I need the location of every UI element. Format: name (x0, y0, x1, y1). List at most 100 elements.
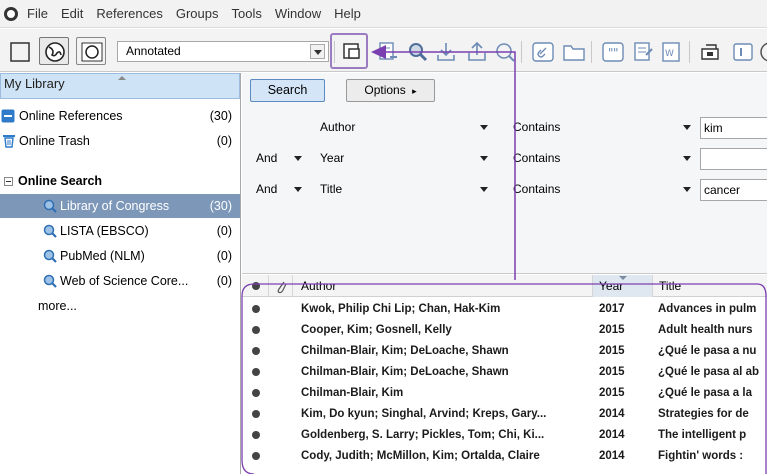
read-status-icon (252, 282, 260, 290)
menu-help[interactable]: Help (329, 6, 369, 21)
table-row[interactable]: Chilman-Blair, Kim; DeLoache, Shawn 2015 ¿… (242, 341, 767, 362)
svg-text:W: W (665, 49, 674, 59)
find-duplicates-icon[interactable] (694, 37, 724, 65)
search-row-1: Author Contains kim (242, 117, 767, 141)
title-cell: The intelligent p (658, 429, 747, 441)
operator-select[interactable]: Contains (507, 179, 697, 201)
toolbar-divider (521, 41, 522, 63)
title-cell: Adult health nurs (658, 324, 753, 336)
sidebar-item-web-of-science[interactable]: Web of Science Core... (0) (0, 269, 240, 293)
boolean-select[interactable]: And (250, 148, 308, 170)
online-search-group[interactable]: Online Search (0, 169, 240, 193)
menu-edit[interactable]: Edit (56, 6, 91, 21)
attachment-column-header[interactable] (269, 275, 293, 297)
format-bibliography-icon[interactable] (628, 37, 658, 65)
export-icon[interactable] (461, 37, 491, 65)
online-search-icon (43, 274, 57, 288)
my-library-header[interactable]: My Library (0, 73, 240, 99)
sidebar-item-online-references[interactable]: Online References (30) (0, 104, 240, 128)
operator-select[interactable]: Contains (507, 117, 697, 139)
more-link[interactable]: more... (0, 294, 240, 318)
menu-groups[interactable]: Groups (171, 6, 227, 21)
year-cell: 2015 (599, 387, 625, 399)
sidebar-item-lista[interactable]: LISTA (EBSCO) (0) (0, 219, 240, 243)
more-label: more... (38, 299, 77, 313)
online-search-icon[interactable] (402, 37, 432, 65)
menu-file[interactable]: File (22, 6, 56, 21)
read-status-column-header[interactable] (242, 275, 269, 297)
help-icon[interactable] (752, 37, 767, 65)
author-column-header[interactable]: Author (293, 275, 593, 297)
field-select[interactable]: Year (314, 148, 494, 170)
new-reference-icon[interactable] (372, 37, 402, 65)
collapse-icon[interactable] (4, 177, 13, 186)
menu-tools[interactable]: Tools (226, 6, 269, 21)
search-term-input[interactable] (700, 148, 767, 170)
table-row[interactable]: Kim, Do kyun; Singhal, Arvind; Kreps, Ga… (242, 404, 767, 425)
title-column-header[interactable]: Title (653, 275, 767, 297)
operator-select[interactable]: Contains (507, 148, 697, 170)
menu-window[interactable]: Window (270, 6, 329, 21)
year-column-header[interactable]: Year (593, 275, 653, 297)
sidebar-item-online-trash[interactable]: Online Trash (0) (0, 129, 240, 153)
author-cell: Cody, Judith; McMillon, Kim; Ortalda, Cl… (301, 450, 540, 462)
word-icon[interactable]: W (656, 37, 686, 65)
chevron-down-icon (480, 156, 488, 161)
boolean-select[interactable]: And (250, 179, 308, 201)
year-cell: 2014 (599, 408, 625, 420)
find-full-text-icon[interactable] (489, 37, 519, 65)
group-select[interactable]: Annotated (117, 41, 329, 62)
sidebar-item-label: Online References (19, 109, 123, 123)
menu-references[interactable]: References (91, 6, 170, 21)
chevron-down-icon (294, 156, 302, 161)
chevron-down-icon[interactable] (310, 44, 325, 59)
table-row[interactable]: Cody, Judith; McMillon, Kim; Ortalda, Cl… (242, 446, 767, 467)
field-select[interactable]: Author (314, 117, 494, 139)
search-button[interactable]: Search (250, 79, 325, 102)
sidebar-item-count: (0) (216, 274, 232, 288)
table-row[interactable]: Kwok, Philip Chi Lip; Chan, Hak-Kim 2017 A… (242, 299, 767, 320)
paperclip-icon (277, 281, 287, 294)
open-file-icon[interactable] (558, 37, 588, 65)
search-term-input[interactable]: kim (700, 117, 767, 139)
unread-dot-icon (252, 368, 260, 376)
year-cell: 2014 (599, 450, 625, 462)
search-term-input[interactable]: cancer (700, 179, 767, 201)
library-mode-icon[interactable] (4, 37, 34, 65)
title-cell: ¿Qué le pasa a la (658, 387, 752, 399)
sidebar-item-library-of-congress[interactable]: Library of Congress (30) (0, 194, 240, 218)
field-select-value: Title (320, 182, 343, 196)
sidebar-item-label: Online Trash (19, 134, 90, 148)
sidebar-item-label: Web of Science Core... (60, 274, 189, 288)
title-cell: Fightin' words : (658, 450, 744, 462)
toolbar-divider (689, 41, 690, 63)
field-select-value: Author (320, 120, 356, 134)
table-row[interactable]: Goldenberg, S. Larry; Pickles, Tom; Chi,… (242, 425, 767, 446)
integrated-mode-icon[interactable] (76, 37, 106, 65)
year-cell: 2017 (599, 303, 625, 315)
sidebar-item-count: (0) (216, 224, 232, 238)
options-button[interactable]: Options ▸ (346, 79, 435, 102)
table-row[interactable]: Chilman-Blair, Kim 2015 ¿Qué le pasa a la (242, 383, 767, 404)
endnote-logo-icon (4, 6, 18, 21)
sidebar: My Library Online References (30) Online… (0, 73, 241, 474)
field-select[interactable]: Title (314, 179, 494, 201)
author-cell: Chilman-Blair, Kim (301, 387, 404, 399)
sidebar-item-count: (30) (209, 109, 232, 123)
highlight-box (330, 33, 368, 69)
year-cell: 2015 (599, 366, 625, 378)
options-arrow-icon: ▸ (412, 86, 417, 96)
chevron-down-icon (294, 187, 302, 192)
import-icon[interactable] (430, 37, 460, 65)
operator-select-value: Contains (513, 182, 561, 196)
trash-icon (3, 135, 15, 148)
insert-citation-icon[interactable]: " " (597, 37, 627, 65)
table-row[interactable]: Cooper, Kim; Gosnell, Kelly 2015 Adult hea… (242, 320, 767, 341)
author-cell: Kwok, Philip Chi Lip; Chan, Hak-Kim (301, 303, 501, 315)
table-row[interactable]: Chilman-Blair, Kim; DeLoache, Shawn 2015 ¿… (242, 362, 767, 383)
toolbar: Annotated " " W (0, 29, 767, 72)
open-link-icon[interactable] (527, 37, 557, 65)
sidebar-item-pubmed[interactable]: PubMed (NLM) (0) (0, 244, 240, 268)
unread-dot-icon (252, 410, 260, 418)
online-search-mode-icon[interactable] (39, 37, 69, 65)
